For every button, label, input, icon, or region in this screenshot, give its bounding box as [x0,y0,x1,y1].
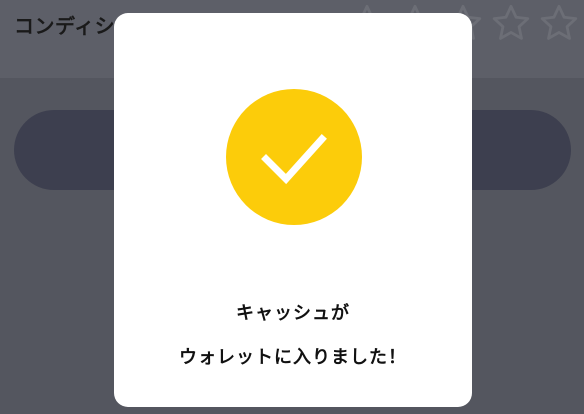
app-screen: コンディシ キャッシュが ウォレットに入りました！ [0,0,584,414]
success-message-line1: キャッシュが [236,303,350,324]
success-message-line2: ウォレットに入りました！ [179,347,407,368]
success-badge [226,89,362,225]
check-icon [261,134,327,185]
star-icon[interactable] [490,2,532,44]
condition-label: コンディシ [14,14,116,38]
star-icon[interactable] [538,2,580,44]
success-dialog[interactable]: キャッシュが ウォレットに入りました！ [114,13,472,407]
